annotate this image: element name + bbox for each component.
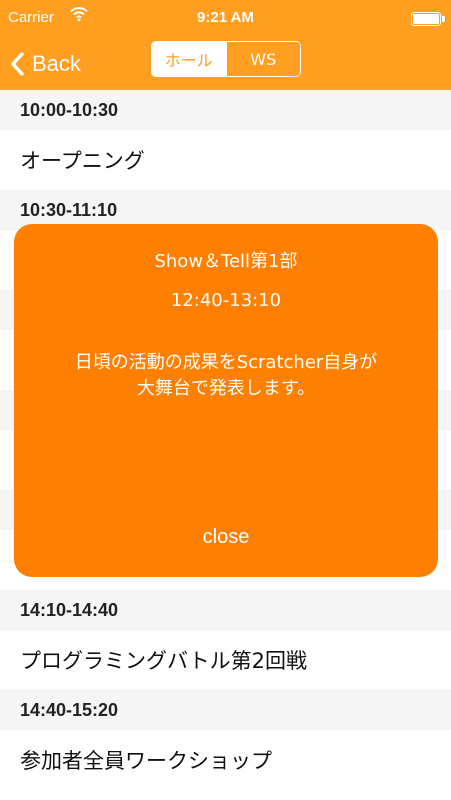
time-header: 10:00-10:30 [0, 90, 451, 130]
chevron-left-icon [10, 52, 24, 76]
segment-ws[interactable]: WS [225, 42, 301, 76]
popup-description-line: 大舞台で発表します。 [136, 378, 316, 399]
session-detail-popup: Show＆Tell第1部 12:40-13:10 日頃の活動の成果をScratc… [14, 224, 438, 577]
time-header: 14:40-15:20 [0, 690, 451, 730]
popup-time: 12:40-13:10 [170, 290, 282, 311]
time-header: 14:10-14:40 [0, 590, 451, 630]
close-button[interactable]: close [174, 526, 278, 549]
navigation-bar: Back ホール WS [0, 40, 451, 90]
session-row[interactable]: オープニング [0, 130, 451, 190]
popup-title: Show＆Tell第1部 [154, 251, 298, 272]
status-bar: Carrier 9:21 AM [0, 0, 451, 40]
back-label: Back [32, 51, 81, 76]
segment-hall[interactable]: ホール [152, 42, 226, 76]
session-row[interactable]: 参加者全員ワークショップ [0, 730, 451, 790]
popup-description: 日頃の活動の成果をScratcher自身が 大舞台で発表します。 [34, 350, 418, 402]
back-button[interactable]: Back [10, 46, 81, 82]
session-row[interactable]: プログラミングバトル第2回戦 [0, 630, 451, 690]
status-time: 9:21 AM [197, 9, 254, 26]
battery-icon [411, 12, 445, 26]
popup-description-line: 日頃の活動の成果をScratcher自身が [74, 352, 378, 373]
venue-segmented-control[interactable]: ホール WS [151, 41, 301, 77]
